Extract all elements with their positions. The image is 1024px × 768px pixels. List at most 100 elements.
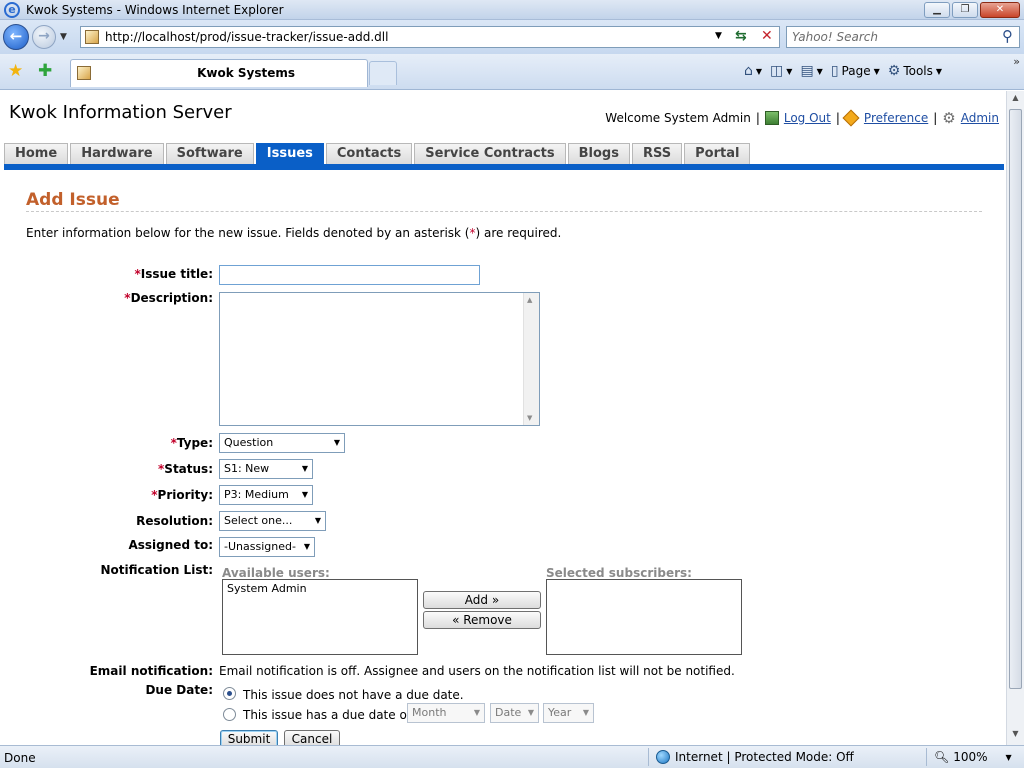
has-due-date-radio[interactable] — [223, 708, 236, 721]
admin-gear-icon: ⚙ — [942, 109, 956, 127]
page-scrollbar[interactable]: ▲ ▼ — [1006, 91, 1024, 745]
chevron-down-icon: ▼ — [314, 516, 321, 525]
available-users-label: Available users: — [222, 566, 330, 580]
home-button[interactable]: ⌂ ▼ — [744, 63, 762, 79]
type-select[interactable]: Question ▼ — [219, 433, 345, 453]
address-dropdown-icon[interactable]: ▼ — [715, 31, 722, 41]
tools-menu[interactable]: ⚙ Tools ▼ — [888, 63, 942, 79]
no-due-date-text: This issue does not have a due date. — [243, 688, 464, 702]
tab-title: Kwok Systems — [197, 66, 295, 80]
email-notification-label: Email notification: — [89, 664, 213, 678]
add-subscriber-button[interactable]: Add » — [423, 591, 541, 609]
page-viewport: Kwok Information Server Welcome System A… — [0, 91, 1006, 745]
back-button[interactable]: ← — [3, 24, 29, 50]
status-select[interactable]: S1: New ▼ — [219, 459, 313, 479]
resolution-select[interactable]: Select one... ▼ — [219, 511, 326, 531]
remove-subscriber-button[interactable]: « Remove — [423, 611, 541, 629]
priority-select[interactable]: P3: Medium ▼ — [219, 485, 313, 505]
page-icon: ▯ — [830, 63, 839, 79]
gear-icon: ⚙ — [887, 63, 901, 79]
search-box[interactable]: Yahoo! Search ⚲ — [786, 26, 1020, 48]
page-heading: Add Issue — [26, 190, 120, 210]
description-label: *Description: — [124, 291, 213, 305]
tab-contacts[interactable]: Contacts — [325, 143, 413, 164]
status-bar: Done Internet | Protected Mode: Off 🔍︎ 10… — [0, 745, 1024, 768]
favorites-star-icon[interactable]: ★ — [8, 61, 23, 81]
close-window-button[interactable]: ✕ — [980, 2, 1020, 18]
feeds-button[interactable]: ◫ ▼ — [770, 63, 792, 79]
has-due-date-text: This issue has a due date of — [243, 708, 412, 722]
notification-list-label: Notification List: — [100, 563, 214, 577]
chevron-down-icon: ▼ — [303, 542, 310, 551]
print-button[interactable]: ▤ ▼ — [800, 63, 822, 79]
priority-label: *Priority: — [151, 488, 213, 502]
page-favicon-icon — [85, 30, 99, 44]
tab-software[interactable]: Software — [165, 143, 254, 164]
favorites-tab-bar: ★ ✚ Kwok Systems ⌂ ▼ ◫ ▼ ▤ ▼ ▯ Page ▼ ⚙ Tools ▼… — [0, 54, 1024, 90]
heading-divider — [26, 211, 982, 212]
nav-underline — [4, 164, 1004, 170]
chevron-down-icon: ▼ — [333, 438, 340, 447]
printer-icon: ▤ — [800, 63, 814, 79]
address-bar[interactable]: http://localhost/prod/issue-tracker/issu… — [80, 26, 780, 48]
selected-subscribers-listbox[interactable] — [546, 579, 742, 655]
issue-title-input[interactable] — [219, 265, 480, 285]
forward-button[interactable]: → — [32, 25, 56, 49]
preference-link[interactable]: Preference — [864, 111, 928, 125]
add-favorite-icon[interactable]: ✚ — [38, 61, 52, 81]
available-users-listbox[interactable]: System Admin — [222, 579, 418, 655]
scroll-down-icon[interactable]: ▼ — [1009, 729, 1022, 743]
description-scrollbar[interactable]: ▲ ▼ — [523, 293, 539, 425]
type-label: *Type: — [170, 436, 213, 450]
tab-issues[interactable]: Issues — [255, 143, 324, 164]
chevron-down-icon: ▼ — [582, 708, 589, 717]
scroll-thumb[interactable] — [1009, 109, 1022, 689]
chevron-down-icon: ▼ — [473, 708, 480, 717]
tab-home[interactable]: Home — [4, 143, 69, 164]
main-nav-tabs: Home Hardware Software Issues Contacts S… — [4, 143, 751, 164]
chevron-down-icon: ▼ — [301, 490, 308, 499]
admin-link[interactable]: Admin — [961, 111, 999, 125]
new-tab-button[interactable] — [369, 61, 397, 85]
search-icon[interactable]: ⚲ — [1002, 27, 1013, 45]
security-zone[interactable]: Internet | Protected Mode: Off — [656, 750, 854, 764]
more-commands-chevron-icon[interactable]: » — [1013, 55, 1020, 68]
due-month-select[interactable]: Month ▼ — [407, 703, 485, 723]
rss-feed-icon: ◫ — [770, 63, 784, 79]
assigned-to-select[interactable]: -Unassigned- ▼ — [219, 537, 315, 557]
refresh-icon[interactable]: ⇆ — [735, 28, 747, 44]
browser-navbar: ← → ▼ http://localhost/prod/issue-tracke… — [0, 20, 1024, 54]
tab-portal[interactable]: Portal — [684, 143, 751, 164]
description-textarea[interactable]: ▲ ▼ — [219, 292, 540, 426]
submit-button[interactable]: Submit — [220, 730, 278, 745]
no-due-date-radio[interactable] — [223, 687, 236, 700]
maximize-button[interactable]: ❐ — [952, 2, 978, 18]
logout-link[interactable]: Log Out — [784, 111, 831, 125]
tab-service-contracts[interactable]: Service Contracts — [414, 143, 566, 164]
cancel-button[interactable]: Cancel — [284, 730, 340, 745]
due-date-select[interactable]: Date ▼ — [490, 703, 539, 723]
page-menu[interactable]: ▯ Page ▼ — [831, 63, 880, 79]
due-year-select[interactable]: Year ▼ — [543, 703, 594, 723]
stop-icon[interactable]: ✕ — [761, 28, 773, 44]
due-date-label: Due Date: — [145, 683, 213, 697]
recent-pages-dropdown-icon[interactable]: ▼ — [60, 32, 67, 42]
tab-rss[interactable]: RSS — [631, 143, 683, 164]
form-intro: Enter information below for the new issu… — [26, 226, 562, 240]
zoom-control[interactable]: 🔍︎ 100% ▼ — [934, 750, 1012, 764]
scroll-up-icon[interactable]: ▲ — [1009, 93, 1022, 107]
zoom-icon: 🔍︎ — [934, 750, 950, 764]
tab-blogs[interactable]: Blogs — [567, 143, 630, 164]
browser-tab-active[interactable]: Kwok Systems — [70, 59, 368, 87]
welcome-text: Welcome System Admin — [605, 111, 751, 125]
home-icon: ⌂ — [744, 63, 753, 79]
site-title: Kwok Information Server — [9, 102, 232, 123]
preference-icon — [842, 109, 860, 127]
status-text: Done — [4, 751, 36, 765]
address-url[interactable]: http://localhost/prod/issue-tracker/issu… — [105, 30, 388, 44]
list-item[interactable]: System Admin — [227, 582, 413, 595]
search-placeholder: Yahoo! Search — [792, 30, 878, 44]
user-bar: Welcome System Admin | Log Out | Prefere… — [605, 109, 999, 127]
tab-hardware[interactable]: Hardware — [70, 143, 164, 164]
minimize-button[interactable]: ▁ — [924, 2, 950, 18]
